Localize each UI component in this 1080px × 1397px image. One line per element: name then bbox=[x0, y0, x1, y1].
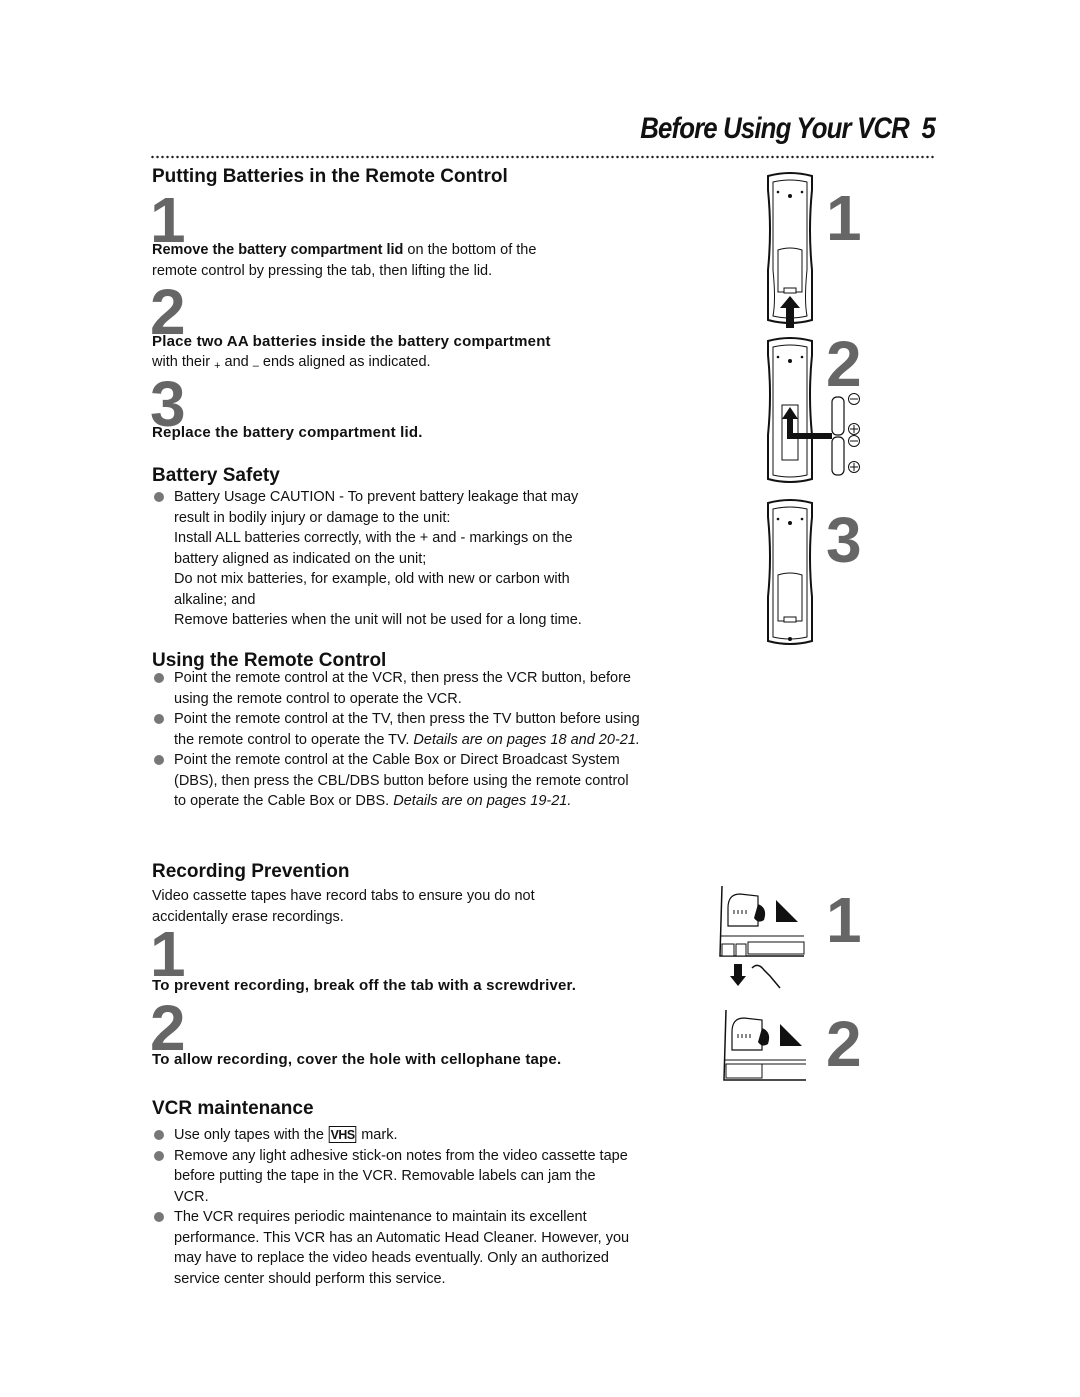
using-remote-list: Point the remote control at the VCR, the… bbox=[152, 668, 644, 812]
vhs-logo-icon: VHS bbox=[328, 1126, 357, 1143]
list-item-text: Remove any light adhesive stick-on notes… bbox=[174, 1147, 628, 1205]
section-heading-vcr-maintenance: VCR maintenance bbox=[152, 1098, 314, 1119]
section-heading-batteries: Putting Batteries in the Remote Control bbox=[152, 166, 508, 187]
list-item-text: mark. bbox=[357, 1127, 398, 1143]
list-item: Point the remote control at the VCR, the… bbox=[152, 668, 644, 709]
list-item: The VCR requires periodic maintenance to… bbox=[152, 1207, 632, 1289]
cassette-break-tab-illustration bbox=[719, 886, 805, 989]
remote-closed-lid-illustration bbox=[767, 499, 813, 645]
battery-step-2-text: with their + and – ends aligned as indic… bbox=[152, 352, 431, 374]
battery-step-2-post: ends aligned as indicated. bbox=[258, 354, 431, 370]
illustration-step-1: 1 bbox=[826, 182, 862, 254]
minus-symbol: – bbox=[252, 360, 259, 372]
list-item: Remove any light adhesive stick-on notes… bbox=[152, 1146, 632, 1208]
list-item: Point the remote control at the TV, then… bbox=[152, 709, 644, 750]
safety-line: Install ALL batteries correctly, with th… bbox=[174, 530, 573, 546]
section-heading-battery-safety: Battery Safety bbox=[152, 465, 280, 486]
bullet-icon bbox=[154, 1212, 164, 1222]
page-reference: Details are on pages 18 and 20-21. bbox=[413, 731, 640, 748]
safety-line: alkaline; and bbox=[174, 591, 256, 608]
battery-safety-list: Battery Usage CAUTION - To prevent batte… bbox=[152, 487, 652, 631]
remote-open-lid-illustration bbox=[767, 172, 813, 328]
bullet-icon bbox=[154, 492, 164, 502]
battery-step-2-bold: Place two AA batteries inside the batter… bbox=[152, 333, 551, 350]
safety-line: Do not mix batteries, for example, old w… bbox=[174, 571, 570, 587]
cassette-cover-hole-illustration bbox=[723, 1010, 806, 1081]
battery-step-1-text: Remove the battery compartment lid on th… bbox=[152, 240, 652, 281]
page-title-text: Before Using Your VCR bbox=[640, 112, 910, 145]
safety-line: Remove batteries when the unit will not … bbox=[174, 612, 582, 628]
page-reference: Details are on pages 19-21. bbox=[393, 793, 572, 809]
vcr-maintenance-list: Use only tapes with the VHS mark. Remove… bbox=[152, 1125, 632, 1289]
bullet-icon bbox=[154, 1150, 164, 1161]
list-item-text: Use only tapes with the bbox=[174, 1127, 328, 1143]
page-number: 5 bbox=[921, 112, 936, 145]
recording-step-1: To prevent recording, break off the tab … bbox=[152, 977, 577, 994]
battery-step-2-mid: and bbox=[220, 354, 253, 370]
safety-line: battery aligned as indicated on the unit… bbox=[174, 550, 427, 567]
illustration-step-2: 2 bbox=[826, 328, 862, 400]
list-item-text: Point the remote control at the VCR, the… bbox=[174, 670, 631, 707]
dotted-rule bbox=[150, 155, 935, 159]
screwdriver-icon bbox=[751, 964, 781, 989]
battery-step-1-bold: Remove the battery compartment lid bbox=[152, 242, 404, 258]
battery-step-3-bold: Replace the battery compartment lid. bbox=[152, 424, 423, 441]
cassette-step-1: 1 bbox=[826, 884, 862, 956]
bullet-icon bbox=[154, 714, 164, 724]
battery-step-1-rest: on the bottom of the bbox=[403, 242, 537, 258]
battery-icon bbox=[831, 396, 845, 436]
section-heading-recording-prevention: Recording Prevention bbox=[152, 861, 350, 882]
list-item-text: The VCR requires periodic maintenance to… bbox=[174, 1209, 630, 1287]
plus-symbol: + bbox=[214, 360, 221, 372]
battery-step-1-line2: remote control by pressing the tab, then… bbox=[152, 262, 493, 279]
illustration-step-3: 3 bbox=[826, 504, 862, 576]
recording-step-2: To allow recording, cover the hole with … bbox=[152, 1051, 562, 1068]
recording-intro: Video cassette tapes have record tabs to… bbox=[152, 888, 535, 925]
list-item: Use only tapes with the VHS mark. bbox=[152, 1125, 632, 1146]
bullet-icon bbox=[154, 1130, 164, 1140]
list-item: Point the remote control at the Cable Bo… bbox=[152, 750, 644, 812]
arrow-down-icon bbox=[730, 964, 746, 986]
safety-line: result in bodily injury or damage to the… bbox=[174, 509, 451, 526]
bullet-icon bbox=[154, 755, 164, 765]
list-item: Battery Usage CAUTION - To prevent batte… bbox=[152, 487, 652, 631]
battery-icon bbox=[831, 436, 845, 476]
safety-line: Battery Usage CAUTION - To prevent batte… bbox=[174, 489, 579, 505]
bullet-icon bbox=[154, 673, 164, 683]
page-title: Before Using Your VCR 5 bbox=[131, 112, 936, 146]
cassette-step-2: 2 bbox=[826, 1008, 862, 1080]
